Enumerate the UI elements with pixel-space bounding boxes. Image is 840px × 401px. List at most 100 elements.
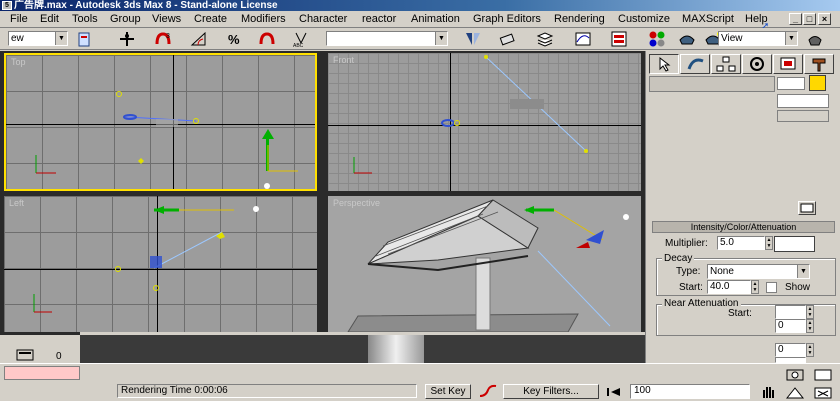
reference-coord-dropdown[interactable]: View ▼ [718,31,798,46]
decay-start-field[interactable]: 40.0 [707,280,751,294]
param-field[interactable] [777,94,829,108]
app-icon[interactable]: 5 [2,1,12,10]
go-to-start-icon[interactable] [606,386,622,398]
title-bar: 5 广告牌.max - Autodesk 3ds Max 8 - Stand-a… [0,0,840,11]
show-label: Show [785,282,811,293]
hierarchy-icon [716,56,736,72]
angle-snap-icon[interactable] [190,30,208,48]
menu-edit[interactable]: Edit [40,12,59,26]
viewport-top[interactable]: Top [4,53,317,191]
light-color-swatch[interactable] [774,236,815,252]
svg-text:%: % [228,32,240,47]
mirror-icon[interactable] [464,30,482,48]
menu-graph-editors[interactable]: Graph Editors [473,12,541,26]
doc-minimize-button[interactable]: _ [789,13,802,25]
show-checkbox[interactable] [766,282,777,293]
tab-display[interactable] [773,54,803,74]
far-start-field[interactable]: 0 [775,343,806,357]
multiplier-field[interactable]: 5.0 [717,236,765,250]
chevron-down-icon: ▼ [785,32,797,45]
menu-group[interactable]: Group [110,12,141,26]
menu-rendering[interactable]: Rendering [554,12,605,26]
motion-icon [750,57,764,71]
schematic-view-icon[interactable] [610,30,628,48]
select-object-icon[interactable] [76,30,94,48]
percent-snap-icon[interactable]: % [226,30,244,48]
render-scene-icon[interactable] [678,30,696,48]
menu-modifiers[interactable]: Modifiers [241,12,286,26]
viewport-perspective[interactable]: Perspective [328,196,641,332]
menu-reactor[interactable]: reactor [362,12,396,26]
far-start-spinner[interactable]: ▲ ▼ [806,343,814,357]
selection-filter-dropdown[interactable]: ew ▼ [8,31,68,46]
tab-create[interactable] [649,54,679,74]
set-key-button[interactable]: Set Key [425,384,471,399]
zoom-extents-icon[interactable] [784,367,806,383]
multiplier-label: Multiplier: [665,238,708,249]
near-start-label: Start: [728,308,752,319]
menu-character[interactable]: Character [299,12,347,26]
frame-field[interactable]: 100 [630,384,750,399]
billboard-model [347,199,629,332]
near-end-field[interactable]: 0 [775,319,806,333]
menu-file[interactable]: File [10,12,28,26]
object-type-panel [649,76,775,92]
rollout-title[interactable]: Intensity/Color/Attenuation [652,221,835,233]
menu-customize[interactable]: Customize [618,12,670,26]
near-start-field[interactable] [775,305,806,319]
display-icon [780,57,796,70]
menu-tools[interactable]: Tools [72,12,98,26]
key-mode-icon[interactable] [478,384,498,399]
menu-views[interactable]: Views [152,12,181,26]
doc-restore-button[interactable]: □ [803,13,816,25]
menu-maxscript[interactable]: MAXScript [682,12,734,26]
zoom-all-icon[interactable] [812,367,834,383]
align-icon[interactable] [498,30,516,48]
viewport-scene [35,91,298,189]
decay-type-dropdown[interactable]: None ▼ [707,264,810,279]
viewport-front[interactable]: Front [328,53,641,191]
param-field[interactable] [777,110,829,122]
menu-animation[interactable]: Animation [411,12,460,26]
select-and-move-icon[interactable] [118,30,136,48]
window-title: 广告牌.max - Autodesk 3ds Max 8 - Stand-alo… [14,0,278,11]
pan-hand-icon[interactable] [760,384,778,400]
main-toolbar: ew ▼ 3 % ABC ▼ View ▼ [0,28,840,50]
tab-hierarchy[interactable] [711,54,741,74]
render-teapot-icon[interactable] [806,30,824,48]
layer-manager-icon[interactable] [536,30,554,48]
rollout-icon [800,203,814,213]
tab-motion[interactable] [742,54,772,74]
multiplier-spinner[interactable]: ▲ ▼ [765,236,773,250]
name-field[interactable] [777,77,805,90]
tab-modify[interactable] [680,54,710,74]
hammer-icon [812,58,826,72]
menu-create[interactable]: Create [194,12,227,26]
arrow-cursor-icon [659,56,671,72]
menu-bar: File Edit Tools Group Views Create Modif… [0,11,840,32]
near-end-spinner[interactable]: ▲ ▼ [806,319,814,333]
near-start-spinner[interactable]: ▲ ▼ [806,305,814,319]
curve-editor-icon[interactable] [574,30,592,48]
decay-start-spinner[interactable]: ▲ ▼ [751,280,759,294]
reference-coord-value: View [721,33,743,44]
key-filters-button[interactable]: Key Filters... [503,384,599,399]
named-selection-dropdown[interactable]: ▼ [326,31,448,46]
svg-text:ABC: ABC [293,43,304,48]
chevron-down-icon: ▼ [797,265,809,278]
spinner-snap-icon[interactable] [258,30,276,48]
tab-utilities[interactable] [804,54,834,74]
viewport-left[interactable]: Left [4,196,317,332]
edit-named-selection-icon[interactable]: ABC [292,30,310,48]
doc-close-button[interactable]: × [818,13,831,25]
field-of-view-icon[interactable] [784,385,806,401]
rollout-button[interactable] [798,201,816,215]
maximize-viewport-icon[interactable] [812,385,834,401]
object-color-swatch[interactable] [809,75,826,91]
snap-toggle-icon[interactable]: 3 [154,30,172,48]
viewport-scene [353,55,588,174]
track-view-icon[interactable] [16,349,34,361]
viewport-scene [33,206,259,313]
material-editor-icon[interactable] [648,30,666,48]
maxscript-listener[interactable] [4,366,80,380]
